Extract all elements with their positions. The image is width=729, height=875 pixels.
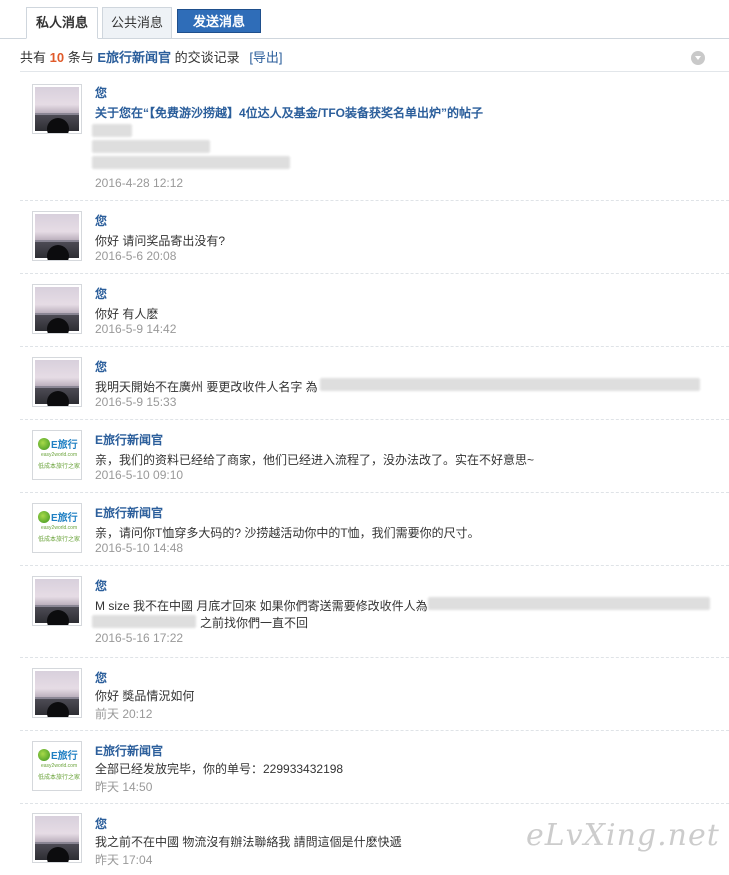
- message-item: 您 M size 我不在中國 月底才回來 如果你們寄送需要修改收件人為 之前找你…: [20, 565, 729, 658]
- redacted-text: [428, 597, 710, 610]
- message-time: 2016-5-10 09:10: [95, 468, 184, 482]
- elvxing-logo-icon: E旅行 easy2world.com 低成本旅行之家: [35, 433, 81, 477]
- summary-prefix: 共有: [20, 50, 47, 65]
- message-author[interactable]: 您: [95, 669, 107, 686]
- message-time: 2016-5-9 14:42: [95, 322, 177, 336]
- avatar[interactable]: E旅行 easy2world.com 低成本旅行之家: [32, 503, 82, 553]
- elvxing-logo-icon: E旅行 easy2world.com 低成本旅行之家: [35, 744, 81, 788]
- send-message-button[interactable]: 发送消息: [177, 9, 261, 33]
- message-author[interactable]: 您: [95, 84, 107, 101]
- message-item: 您 你好 请问奖品寄出没有? 2016-5-6 20:08: [20, 200, 729, 274]
- redacted-text: [92, 124, 132, 137]
- message-author[interactable]: 您: [95, 285, 107, 302]
- avatar[interactable]: [32, 668, 82, 718]
- message-time: 2016-5-16 17:22: [95, 631, 184, 645]
- collapse-toggle-icon[interactable]: [691, 51, 705, 65]
- message-text: 我之前不在中國 物流沒有辦法聯絡我 請問這個是什麽快遞: [95, 835, 402, 849]
- message-author[interactable]: 您: [95, 815, 107, 832]
- logo-site: easy2world.com: [41, 525, 78, 531]
- avatar[interactable]: [32, 576, 82, 626]
- conversation-summary: 共有 10 条与 E旅行新闻官 的交谈记录 [导出]: [20, 47, 283, 66]
- message-time: 昨天 17:04: [95, 853, 153, 867]
- summary-suffix: 的交谈记录: [174, 50, 240, 65]
- avatar[interactable]: [32, 813, 82, 863]
- tab-private-messages[interactable]: 私人消息: [26, 7, 98, 39]
- message-item: 您 关于您在“【免费游沙捞越】4位达人及基金/TFO装备获奖名单出炉”的帖子 2…: [20, 72, 729, 201]
- redacted-text: [92, 140, 210, 153]
- avatar[interactable]: [32, 357, 82, 407]
- logo-site: easy2world.com: [41, 452, 78, 458]
- message-author[interactable]: E旅行新闻官: [95, 504, 163, 521]
- user-photo-icon: [35, 214, 79, 260]
- avatar[interactable]: E旅行 easy2world.com 低成本旅行之家: [32, 741, 82, 791]
- message-item: E旅行 easy2world.com 低成本旅行之家 E旅行新闻官 亲，请问你T…: [20, 492, 729, 566]
- elvxing-logo-icon: E旅行 easy2world.com 低成本旅行之家: [35, 506, 81, 550]
- message-time: 2016-4-28 12:12: [95, 176, 184, 190]
- message-text-continued: 之前找你們一直不回: [200, 616, 309, 630]
- avatar[interactable]: [32, 211, 82, 261]
- logo-slogan: 低成本旅行之家: [38, 537, 81, 543]
- tab-public-messages[interactable]: 公共消息: [102, 7, 172, 39]
- message-text: 全部已经发放完毕，你的单号：229933432198: [95, 762, 344, 776]
- message-item: 您 你好 有人麽 2016-5-9 14:42: [20, 273, 729, 347]
- message-item: E旅行 easy2world.com 低成本旅行之家 E旅行新闻官 亲，我们的资…: [20, 419, 729, 493]
- avatar[interactable]: E旅行 easy2world.com 低成本旅行之家: [32, 430, 82, 480]
- export-link[interactable]: [导出]: [249, 50, 282, 65]
- message-text: 你好 有人麽: [95, 307, 159, 321]
- user-photo-icon: [35, 360, 79, 406]
- avatar[interactable]: [32, 84, 82, 134]
- user-photo-icon: [35, 579, 79, 625]
- message-author[interactable]: 您: [95, 212, 107, 229]
- message-author[interactable]: E旅行新闻官: [95, 431, 163, 448]
- user-photo-icon: [35, 816, 79, 862]
- user-photo-icon: [35, 87, 79, 133]
- logo-brand: E旅行: [51, 440, 78, 451]
- user-photo-icon: [35, 287, 79, 333]
- message-text: 亲，请问你T恤穿多大码的? 沙捞越活动你中的T恤，我们需要你的尺寸。: [95, 526, 480, 540]
- message-text[interactable]: 关于您在“【免费游沙捞越】4位达人及基金/TFO装备获奖名单出炉”的帖子: [95, 104, 483, 121]
- message-time: 2016-5-9 15:33: [95, 395, 177, 409]
- message-author[interactable]: 您: [95, 577, 107, 594]
- message-time: 2016-5-10 14:48: [95, 541, 184, 555]
- logo-slogan: 低成本旅行之家: [38, 775, 81, 781]
- message-author[interactable]: 您: [95, 358, 107, 375]
- message-tabs: 私人消息 公共消息 发送消息: [0, 0, 729, 39]
- message-time: 昨天 14:50: [95, 780, 153, 794]
- logo-brand: E旅行: [51, 513, 78, 524]
- redacted-text: [92, 615, 196, 628]
- site-watermark: eLvXing.net: [526, 818, 720, 853]
- message-author[interactable]: E旅行新闻官: [95, 742, 163, 759]
- message-time: 前天 20:12: [95, 707, 153, 721]
- message-item: 您 你好 獎品情況如何 前天 20:12: [20, 657, 729, 731]
- message-item: 您 我明天開始不在廣州 要更改收件人名字 為 2016-5-9 15:33: [20, 346, 729, 420]
- message-text: 你好 獎品情況如何: [95, 689, 195, 703]
- summary-middle: 条与: [67, 50, 94, 65]
- user-photo-icon: [35, 671, 79, 717]
- message-count: 10: [49, 50, 65, 65]
- logo-site: easy2world.com: [41, 763, 78, 769]
- message-time: 2016-5-6 20:08: [95, 249, 177, 263]
- message-item: E旅行 easy2world.com 低成本旅行之家 E旅行新闻官 全部已经发放…: [20, 730, 729, 804]
- avatar[interactable]: [32, 284, 82, 334]
- message-text: 我明天開始不在廣州 要更改收件人名字 為: [95, 380, 318, 394]
- message-text: 亲，我们的资料已经给了商家，他们已经进入流程了，没办法改了。实在不好意思~: [95, 453, 535, 467]
- message-text: M size 我不在中國 月底才回來 如果你們寄送需要修改收件人為: [95, 599, 428, 613]
- redacted-text: [320, 378, 700, 391]
- message-text: 你好 请问奖品寄出没有?: [95, 234, 226, 248]
- redacted-text: [92, 156, 290, 169]
- logo-brand: E旅行: [51, 751, 78, 762]
- logo-slogan: 低成本旅行之家: [38, 464, 81, 470]
- partner-name-link[interactable]: E旅行新闻官: [97, 50, 171, 65]
